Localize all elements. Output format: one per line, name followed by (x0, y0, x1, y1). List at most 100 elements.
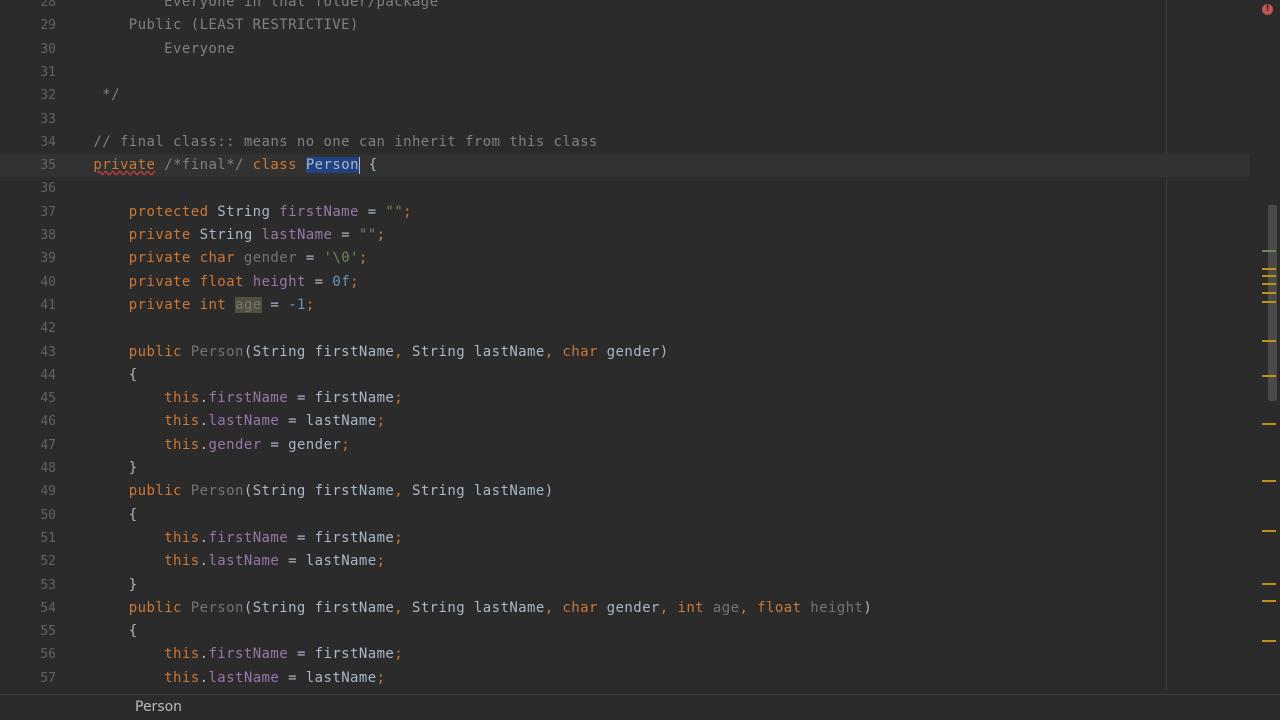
code-line[interactable]: 31 (0, 61, 1250, 84)
scrollbar-marker[interactable] (1262, 250, 1276, 252)
scrollbar-marker[interactable] (1262, 423, 1276, 425)
scrollbar-marker[interactable] (1262, 340, 1276, 342)
code-line[interactable]: 57 this.lastName = lastName; (0, 667, 1250, 690)
code-token: -1 (288, 296, 306, 313)
scrollbar-marker[interactable] (1262, 375, 1276, 377)
code-text: Public (LEAST RESTRICTIVE) (58, 14, 359, 37)
code-token: this (164, 669, 200, 686)
line-number[interactable]: 40 (0, 271, 56, 294)
code-line[interactable]: 45 this.firstName = firstName; (0, 387, 1250, 410)
code-line[interactable]: 30 Everyone (0, 38, 1250, 61)
line-number[interactable]: 36 (0, 177, 56, 200)
line-number[interactable]: 55 (0, 620, 56, 643)
line-number[interactable]: 28 (0, 0, 56, 14)
code-line[interactable]: 40 private float height = 0f; (0, 271, 1250, 294)
code-line[interactable]: 52 this.lastName = lastName; (0, 550, 1250, 573)
code-line[interactable]: 33 (0, 108, 1250, 131)
code-text: this.firstName = firstName; (58, 387, 403, 410)
code-line[interactable]: 35 private /*final*/ class Person { (0, 154, 1250, 178)
line-number[interactable]: 32 (0, 84, 56, 107)
code-line[interactable]: 39 private char gender = '\0'; (0, 247, 1250, 270)
line-number[interactable]: 35 (0, 154, 56, 177)
code-token: height (810, 599, 864, 616)
code-line[interactable]: 54 public Person(String firstName, Strin… (0, 597, 1250, 620)
error-indicator-icon[interactable]: ! (1262, 4, 1273, 15)
code-token: firstName (208, 529, 289, 546)
code-line[interactable]: 56 this.firstName = firstName; (0, 643, 1250, 666)
line-number[interactable]: 31 (0, 61, 56, 84)
code-token: "" (385, 203, 404, 220)
code-token: class (252, 157, 297, 174)
scrollbar-thumb[interactable] (1268, 205, 1277, 401)
line-number[interactable]: 41 (0, 294, 56, 317)
code-line[interactable]: 49 public Person(String firstName, Strin… (0, 480, 1250, 503)
line-number[interactable]: 51 (0, 527, 56, 550)
line-number[interactable]: 46 (0, 410, 56, 433)
line-number[interactable]: 50 (0, 504, 56, 527)
code-line[interactable]: 38 private String lastName = ""; (0, 224, 1250, 247)
code-line[interactable]: 51 this.firstName = firstName; (0, 527, 1250, 550)
code-token: { (58, 506, 138, 523)
code-token: = (305, 273, 333, 290)
code-text: } (58, 457, 138, 480)
line-number[interactable]: 48 (0, 457, 56, 480)
line-number[interactable]: 39 (0, 247, 56, 270)
line-number[interactable]: 29 (0, 14, 56, 37)
line-number[interactable]: 42 (0, 317, 56, 340)
code-token: = (358, 203, 386, 220)
code-line[interactable]: 28 Everyone in that folder/package (0, 0, 1250, 14)
code-line[interactable]: 50 { (0, 504, 1250, 527)
scrollbar-marker[interactable] (1262, 600, 1276, 602)
line-number[interactable]: 47 (0, 434, 56, 457)
code-editor[interactable]: 28 Everyone in that folder/package 29 Pub… (0, 0, 1280, 694)
line-number[interactable]: 52 (0, 550, 56, 573)
line-number[interactable]: 45 (0, 387, 56, 410)
code-line[interactable]: 29 Public (LEAST RESTRICTIVE) (0, 14, 1250, 37)
code-line[interactable]: 47 this.gender = gender; (0, 434, 1250, 457)
line-number[interactable]: 44 (0, 364, 56, 387)
code-line[interactable]: 53 } (0, 574, 1250, 597)
code-line[interactable]: 48 } (0, 457, 1250, 480)
line-number[interactable]: 53 (0, 574, 56, 597)
code-token: = firstName (288, 529, 395, 546)
scrollbar-marker[interactable] (1262, 480, 1276, 482)
code-line[interactable]: 44 { (0, 364, 1250, 387)
code-token: this (164, 646, 200, 663)
line-number[interactable]: 30 (0, 38, 56, 61)
code-token: firstName (208, 646, 289, 663)
line-number[interactable]: 34 (0, 131, 56, 154)
scrollbar-marker[interactable] (1262, 283, 1276, 285)
line-number[interactable]: 57 (0, 667, 56, 690)
code-line[interactable]: 42 (0, 317, 1250, 340)
scrollbar-marker[interactable] (1262, 292, 1276, 294)
scrollbar-marker[interactable] (1262, 301, 1276, 303)
breadcrumb-class-person[interactable]: Person (135, 699, 182, 715)
code-text: } (58, 574, 138, 597)
line-number[interactable]: 33 (0, 108, 56, 131)
code-line[interactable]: 41 private int age = -1; (0, 294, 1250, 317)
code-line[interactable]: 36 (0, 177, 1250, 200)
code-line[interactable]: 32 */ (0, 84, 1250, 107)
scrollbar-marker[interactable] (1262, 640, 1276, 642)
scrollbar-marker[interactable] (1262, 268, 1276, 270)
scrollbar-marker[interactable] (1262, 275, 1276, 277)
line-number[interactable]: 37 (0, 201, 56, 224)
line-number[interactable]: 43 (0, 341, 56, 364)
line-number[interactable]: 49 (0, 480, 56, 503)
code-line[interactable]: 55 { (0, 620, 1250, 643)
scrollbar-marker[interactable] (1262, 530, 1276, 532)
code-line[interactable]: 43 public Person(String firstName, Strin… (0, 341, 1250, 364)
line-number[interactable]: 54 (0, 597, 56, 620)
line-number[interactable]: 56 (0, 643, 56, 666)
code-line[interactable]: 37 protected String firstName = ""; (0, 201, 1250, 224)
code-line[interactable]: 46 this.lastName = lastName; (0, 410, 1250, 433)
scrollbar-marker[interactable] (1262, 583, 1276, 585)
breadcrumb-bar: Person (0, 694, 1280, 720)
line-number[interactable]: 38 (0, 224, 56, 247)
code-line[interactable]: 34 // final class:: means no one can inh… (0, 131, 1250, 154)
